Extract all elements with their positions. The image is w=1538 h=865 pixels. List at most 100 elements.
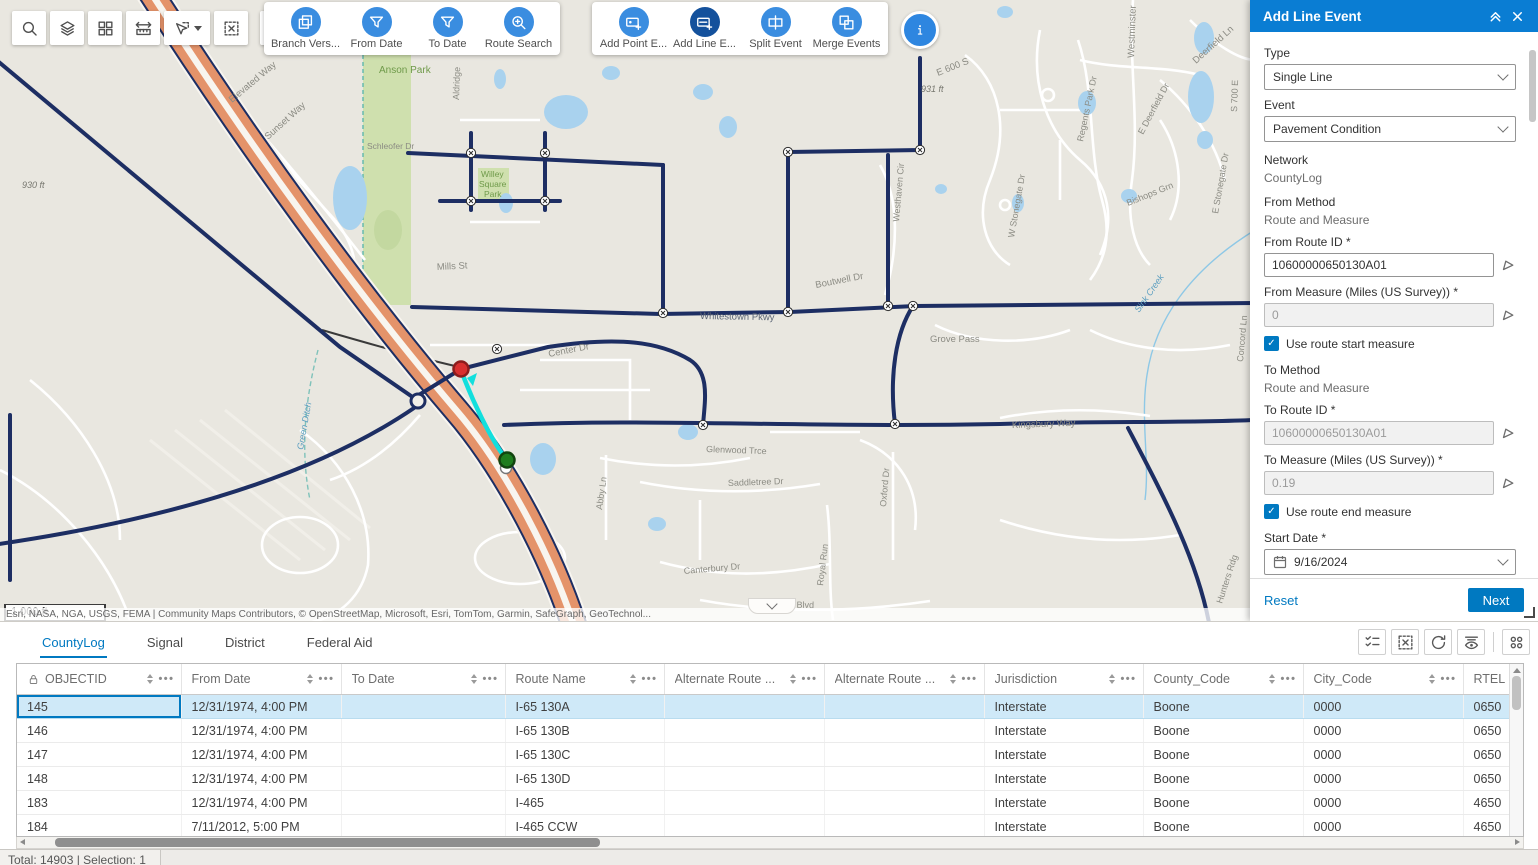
start-date-picker[interactable]: 9/16/2024 — [1264, 549, 1516, 575]
table-cell[interactable] — [664, 719, 824, 743]
table-cell[interactable] — [664, 695, 824, 719]
sort-icon[interactable] — [1269, 674, 1275, 684]
show-selection-button[interactable] — [1358, 629, 1386, 655]
pick-from-measure-on-map-icon[interactable] — [1500, 307, 1516, 323]
table-cell[interactable] — [824, 695, 984, 719]
table-cell[interactable]: I-65 130C — [505, 743, 664, 767]
tab-signal[interactable]: Signal — [145, 627, 185, 658]
clear-selection-tool-button[interactable] — [214, 11, 248, 45]
collapse-panel-button[interactable] — [1484, 5, 1506, 27]
scroll-left-arrow[interactable] — [20, 839, 25, 845]
column-menu-icon[interactable]: ••• — [482, 673, 498, 685]
scroll-right-arrow[interactable] — [1515, 839, 1520, 845]
sort-icon[interactable] — [307, 674, 313, 684]
add-line-event-button[interactable]: Add Line E... — [669, 5, 740, 55]
from-route-id-input[interactable]: 10600000650130A01 — [1264, 253, 1494, 277]
table-cell[interactable]: 0000 — [1303, 743, 1463, 767]
table-cell[interactable] — [664, 815, 824, 838]
table-cell[interactable]: 7/11/2012, 5:00 PM — [181, 815, 341, 838]
table-cell[interactable] — [824, 743, 984, 767]
table-row[interactable]: 1847/11/2012, 5:00 PMI-465 CCWInterstate… — [17, 815, 1524, 838]
table-cell[interactable]: I-65 130D — [505, 767, 664, 791]
grid-options-button[interactable] — [1502, 629, 1530, 655]
panel-scrollbar[interactable] — [1529, 36, 1536, 578]
table-cell[interactable]: 148 — [17, 767, 181, 791]
table-cell[interactable]: I-65 130B — [505, 719, 664, 743]
column-header-from-date[interactable]: From Date••• — [181, 664, 341, 695]
table-cell[interactable]: 12/31/1974, 4:00 PM — [181, 719, 341, 743]
table-cell[interactable]: 146 — [17, 719, 181, 743]
table-cell[interactable]: 147 — [17, 743, 181, 767]
column-header-city-code[interactable]: City_Code••• — [1303, 664, 1463, 695]
column-header-alternate-route-[interactable]: Alternate Route ...••• — [664, 664, 824, 695]
filter-funnel-button[interactable]: To Date — [412, 5, 483, 55]
table-cell[interactable]: 12/31/1974, 4:00 PM — [181, 743, 341, 767]
reset-link[interactable]: Reset — [1264, 593, 1298, 608]
column-menu-icon[interactable]: ••• — [961, 673, 977, 685]
table-cell[interactable]: Boone — [1143, 743, 1303, 767]
column-header-objectid[interactable]: OBJECTID••• — [17, 664, 181, 695]
clear-selection-button[interactable] — [1391, 629, 1419, 655]
branch-versions-button[interactable]: Branch Vers... — [270, 5, 341, 55]
column-header-county-code[interactable]: County_Code••• — [1143, 664, 1303, 695]
column-menu-icon[interactable]: ••• — [1440, 673, 1456, 685]
table-cell[interactable] — [664, 791, 824, 815]
table-cell[interactable]: Boone — [1143, 767, 1303, 791]
table-cell[interactable]: I-465 CCW — [505, 815, 664, 838]
column-header-route-name[interactable]: Route Name••• — [505, 664, 664, 695]
table-cell[interactable]: 0000 — [1303, 815, 1463, 838]
merge-events-button[interactable]: Merge Events — [811, 5, 882, 55]
close-panel-button[interactable] — [1506, 5, 1528, 27]
table-cell[interactable] — [824, 767, 984, 791]
table-cell[interactable] — [341, 695, 505, 719]
table-row[interactable]: 14812/31/1974, 4:00 PMI-65 130DInterstat… — [17, 767, 1524, 791]
scroll-thumb[interactable] — [1512, 676, 1521, 710]
attribution-collapse-tab[interactable] — [748, 598, 796, 614]
table-cell[interactable]: I-465 — [505, 791, 664, 815]
table-row[interactable]: 14712/31/1974, 4:00 PMI-65 130CInterstat… — [17, 743, 1524, 767]
column-header-jurisdiction[interactable]: Jurisdiction••• — [984, 664, 1143, 695]
table-cell[interactable]: 0000 — [1303, 791, 1463, 815]
column-menu-icon[interactable]: ••• — [641, 673, 657, 685]
select-tool-button[interactable] — [164, 11, 210, 45]
table-cell[interactable]: 0000 — [1303, 767, 1463, 791]
table-cell[interactable] — [664, 743, 824, 767]
sort-icon[interactable] — [1429, 674, 1435, 684]
column-header-alternate-route-[interactable]: Alternate Route ...••• — [824, 664, 984, 695]
table-cell[interactable]: Interstate — [984, 767, 1143, 791]
table-cell[interactable]: 145 — [17, 695, 181, 719]
map-from-marker[interactable] — [454, 362, 469, 377]
pick-from-route-on-map-icon[interactable] — [1500, 257, 1516, 273]
pick-to-measure-on-map-icon[interactable] — [1500, 475, 1516, 491]
table-cell[interactable] — [824, 791, 984, 815]
caret-down-icon[interactable] — [194, 26, 202, 31]
table-cell[interactable]: Interstate — [984, 815, 1143, 838]
table-cell[interactable]: Interstate — [984, 791, 1143, 815]
search-tool-button[interactable] — [12, 11, 46, 45]
table-cell[interactable] — [664, 767, 824, 791]
scroll-thumb[interactable] — [55, 838, 600, 847]
panel-resize-handle[interactable] — [1524, 607, 1535, 618]
sort-icon[interactable] — [471, 674, 477, 684]
table-cell[interactable]: 0000 — [1303, 719, 1463, 743]
table-row[interactable]: 18312/31/1974, 4:00 PMI-465InterstateBoo… — [17, 791, 1524, 815]
table-cell[interactable] — [824, 719, 984, 743]
table-cell[interactable]: 12/31/1974, 4:00 PM — [181, 791, 341, 815]
table-cell[interactable] — [341, 815, 505, 838]
sort-icon[interactable] — [950, 674, 956, 684]
table-horizontal-scrollbar[interactable] — [16, 837, 1524, 849]
table-cell[interactable]: Boone — [1143, 695, 1303, 719]
table-cell[interactable]: Boone — [1143, 815, 1303, 838]
checkbox-icon[interactable]: ✓ — [1264, 336, 1279, 351]
table-cell[interactable]: Interstate — [984, 719, 1143, 743]
table-cell[interactable]: 0000 — [1303, 695, 1463, 719]
measure-tool-button[interactable] — [126, 11, 160, 45]
basemap-grid-tool-button[interactable] — [88, 11, 122, 45]
table-cell[interactable] — [341, 719, 505, 743]
column-menu-icon[interactable]: ••• — [318, 673, 334, 685]
column-menu-icon[interactable]: ••• — [1280, 673, 1296, 685]
next-button[interactable]: Next — [1468, 588, 1524, 612]
event-select[interactable]: Pavement Condition — [1264, 116, 1516, 142]
table-row[interactable]: 14612/31/1974, 4:00 PM I-65 130B Interstat… — [17, 719, 1524, 743]
table-cell[interactable]: 183 — [17, 791, 181, 815]
